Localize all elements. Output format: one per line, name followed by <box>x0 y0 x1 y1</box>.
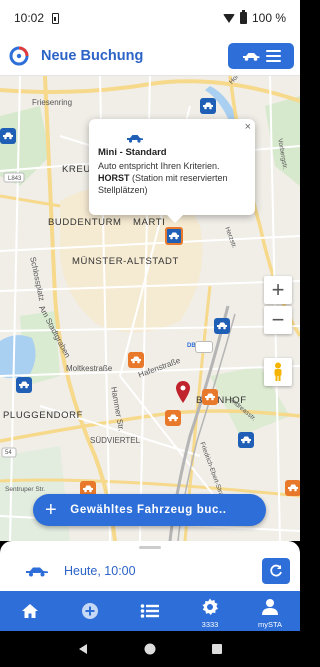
battery-icon <box>239 10 247 24</box>
station-name: HORST <box>98 172 130 183</box>
station-marker[interactable] <box>16 377 32 393</box>
nav-profile-label: mySTA <box>257 620 283 629</box>
book-button-label: Gewähltes Fahrzeug buc.. <box>70 504 227 516</box>
hamburger-menu-icon <box>266 50 281 62</box>
nav-new-booking[interactable] <box>60 591 120 631</box>
refresh-icon <box>270 564 282 577</box>
criteria-text: Auto entspricht Ihren Kriterien. <box>98 160 220 171</box>
station-marker[interactable] <box>128 352 144 368</box>
car-icon <box>26 567 48 577</box>
car-icon <box>243 53 260 61</box>
drag-handle[interactable] <box>139 546 161 549</box>
app-header: Neue Buchung <box>0 36 300 76</box>
zoom-out-button[interactable]: − <box>264 306 292 334</box>
station-marker[interactable] <box>165 410 181 426</box>
nav-bookings-list[interactable] <box>120 591 180 631</box>
map-label-district: PLUGGENDORF <box>3 410 83 421</box>
popup-close-button[interactable]: × <box>245 120 251 135</box>
car-icon <box>83 485 93 493</box>
battery-level: 100 % <box>251 11 286 25</box>
bottom-nav: 3333 mySTA <box>0 591 300 631</box>
home-icon <box>22 604 38 618</box>
nav-home[interactable] <box>0 591 60 631</box>
sim-card-icon <box>52 12 60 24</box>
status-bar: 10:02 100 % <box>0 0 300 36</box>
car-icon <box>131 356 141 364</box>
pegman-icon <box>274 362 282 381</box>
location-pin-icon[interactable] <box>176 381 190 403</box>
map-label-street: Moltkestraße <box>66 364 113 373</box>
zoom-in-button[interactable]: + <box>264 276 292 304</box>
car-icon <box>203 102 213 110</box>
map-label-road: 54 <box>5 450 12 456</box>
status-time: 10:02 <box>14 11 45 25</box>
map-label-road: L843 <box>8 176 22 182</box>
train-station-icon <box>195 341 213 353</box>
book-vehicle-button[interactable]: + Gewähltes Fahrzeug buc.. <box>33 494 266 526</box>
add-circle-icon <box>82 603 98 619</box>
plus-icon: + <box>45 499 58 521</box>
gear-icon <box>202 598 218 615</box>
map-label-district: MARTI <box>133 217 166 228</box>
map-label-district: KREU <box>62 164 91 175</box>
list-icon <box>140 604 159 618</box>
refresh-button[interactable] <box>262 558 290 584</box>
nav-settings[interactable]: 3333 <box>180 591 240 631</box>
vehicle-menu-button[interactable] <box>228 43 294 69</box>
back-icon[interactable] <box>77 643 89 655</box>
station-marker-selected[interactable] <box>165 227 183 245</box>
user-icon <box>262 599 278 615</box>
booking-time-sheet[interactable]: Heute, 10:00 <box>0 541 300 591</box>
station-description: HORST (Station mit reservierten Stellplä… <box>98 172 246 196</box>
station-info-popup: × Mini - Standard Auto entspricht Ihren … <box>89 119 255 223</box>
car-icon <box>127 135 143 143</box>
page-title: Neue Buchung <box>41 47 144 64</box>
map-label-district: BUDDENTURM <box>48 217 122 228</box>
car-icon <box>217 322 227 330</box>
map-label-street: Friesenring <box>32 98 73 107</box>
nav-settings-label: 3333 <box>201 620 219 629</box>
station-marker[interactable] <box>214 318 230 334</box>
station-marker[interactable] <box>285 480 300 496</box>
car-icon <box>205 393 215 401</box>
station-marker[interactable] <box>0 128 16 144</box>
vehicle-class-title: Mini - Standard <box>98 147 167 158</box>
station-marker[interactable] <box>202 389 218 405</box>
nav-profile[interactable]: mySTA <box>240 591 300 631</box>
recents-icon[interactable] <box>211 643 223 655</box>
car-icon <box>168 414 178 422</box>
system-nav-bar <box>0 631 300 667</box>
wifi-icon <box>222 13 235 23</box>
map-label-district: MÜNSTER-ALTSTADT <box>72 256 179 267</box>
station-marker[interactable] <box>200 98 216 114</box>
map-label-district: SÜDVIERTEL <box>90 436 141 445</box>
booking-time-label[interactable]: Heute, 10:00 <box>64 564 136 578</box>
car-icon <box>169 232 179 240</box>
map[interactable]: L843 54 Friesenring KREU BUDDENTURM MART… <box>0 76 300 541</box>
station-marker[interactable] <box>238 432 254 448</box>
map-label-street: Sentruper Str. <box>5 486 46 493</box>
logo-circle-icon <box>9 46 29 65</box>
car-icon <box>19 381 29 389</box>
car-icon <box>3 132 13 140</box>
car-icon <box>288 484 298 492</box>
car-icon <box>241 436 251 444</box>
home-button-icon[interactable] <box>144 643 156 655</box>
street-view-button[interactable] <box>264 358 292 386</box>
